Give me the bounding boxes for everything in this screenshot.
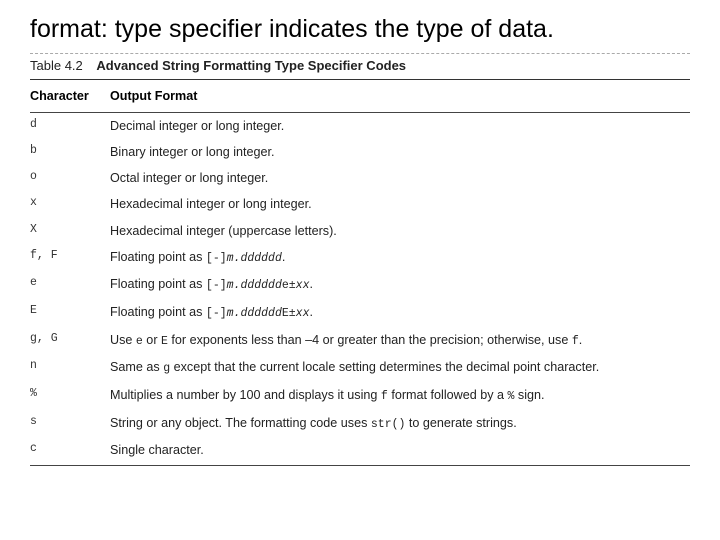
table-row: cSingle character. [30,437,690,463]
cell-output-format: Hexadecimal integer or long integer. [110,191,690,217]
cell-character: % [30,382,110,410]
table-row: bBinary integer or long integer. [30,139,690,165]
table-top-rule [30,79,690,80]
cell-character: f, F [30,244,110,272]
cell-character: g, G [30,327,110,355]
cell-output-format: Octal integer or long integer. [110,165,690,191]
cell-output-format: Same as g except that the current locale… [110,354,690,382]
cell-output-format: Multiplies a number by 100 and displays … [110,382,690,410]
specifier-table: Character Output Format dDecimal integer… [30,81,690,463]
table-title: Advanced String Formatting Type Specifie… [96,58,406,73]
col-header-character: Character [30,81,110,112]
table-body: dDecimal integer or long integer.bBinary… [30,112,690,464]
cell-output-format: Floating point as [-]m.dddddd. [110,244,690,272]
table-row: g, GUse e or E for exponents less than –… [30,327,690,355]
cell-character: c [30,437,110,463]
cell-character: b [30,139,110,165]
cell-character: o [30,165,110,191]
dashed-divider [30,53,690,54]
cell-character: E [30,299,110,327]
table-row: XHexadecimal integer (uppercase letters)… [30,218,690,244]
cell-output-format: Floating point as [-]m.dddddde±xx. [110,271,690,299]
table-row: nSame as g except that the current local… [30,354,690,382]
intro-text: format: type specifier indicates the typ… [30,14,690,45]
table-row: %Multiplies a number by 100 and displays… [30,382,690,410]
cell-output-format: Decimal integer or long integer. [110,112,690,139]
cell-character: n [30,354,110,382]
cell-output-format: String or any object. The formatting cod… [110,410,690,438]
cell-output-format: Single character. [110,437,690,463]
table-bottom-rule [30,465,690,466]
table-header-row: Character Output Format [30,81,690,112]
table-number: Table 4.2 [30,58,83,73]
table-row: EFloating point as [-]m.ddddddE±xx. [30,299,690,327]
table-row: oOctal integer or long integer. [30,165,690,191]
table-row: dDecimal integer or long integer. [30,112,690,139]
table-caption: Table 4.2 Advanced String Formatting Typ… [30,58,690,73]
cell-character: X [30,218,110,244]
cell-character: e [30,271,110,299]
cell-output-format: Hexadecimal integer (uppercase letters). [110,218,690,244]
cell-character: s [30,410,110,438]
cell-character: d [30,112,110,139]
cell-character: x [30,191,110,217]
table-row: sString or any object. The formatting co… [30,410,690,438]
table-row: eFloating point as [-]m.dddddde±xx. [30,271,690,299]
cell-output-format: Use e or E for exponents less than –4 or… [110,327,690,355]
table-row: f, FFloating point as [-]m.dddddd. [30,244,690,272]
table-row: xHexadecimal integer or long integer. [30,191,690,217]
cell-output-format: Floating point as [-]m.ddddddE±xx. [110,299,690,327]
slide: format: type specifier indicates the typ… [0,0,720,476]
cell-output-format: Binary integer or long integer. [110,139,690,165]
col-header-output: Output Format [110,81,690,112]
